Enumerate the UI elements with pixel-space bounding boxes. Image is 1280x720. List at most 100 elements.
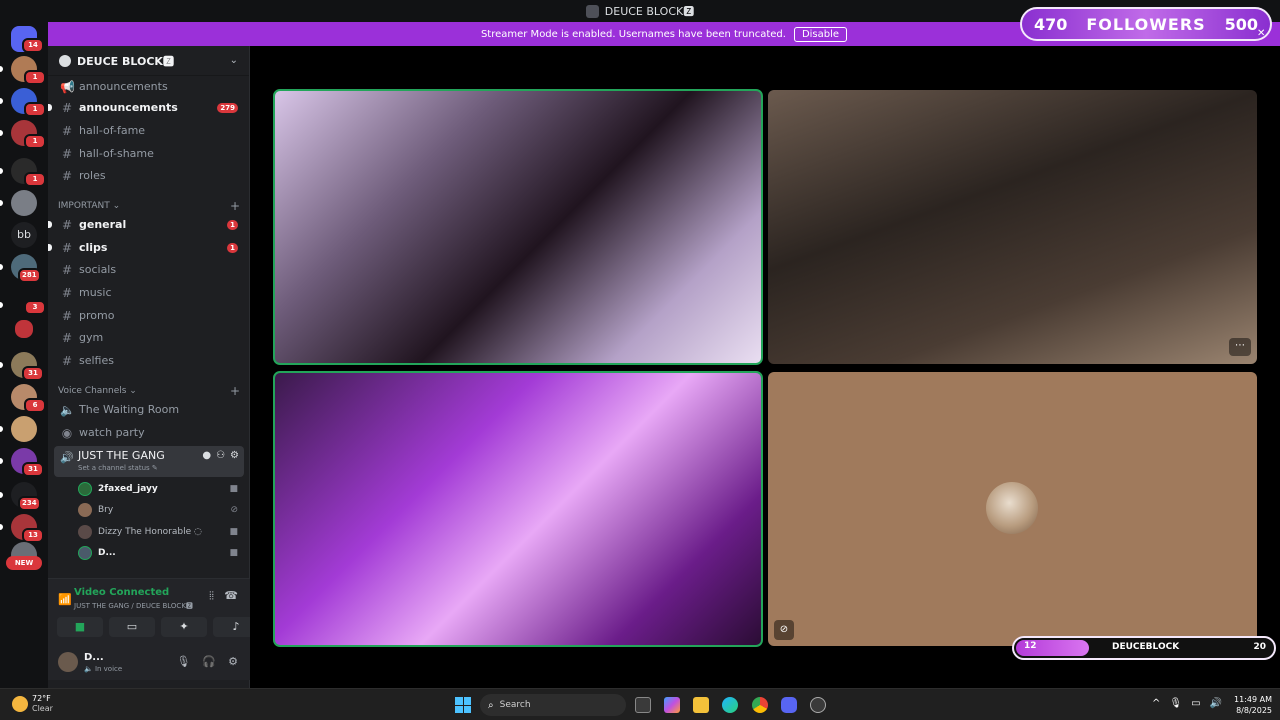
sub-goal-left: 12 xyxy=(1024,641,1037,651)
start-button[interactable] xyxy=(455,697,471,713)
channel-item[interactable]: # music xyxy=(54,282,244,303)
server-bb[interactable]: bb xyxy=(11,222,37,248)
channel-item[interactable]: # clips 1 xyxy=(48,237,244,258)
copilot-icon[interactable] xyxy=(664,697,680,713)
user-panel: D... 🔈 In voice 🎙 🎧 ⚙ xyxy=(48,646,250,680)
unread-pill xyxy=(0,426,3,432)
new-badge: NEW xyxy=(6,556,42,570)
rail-badge: 31 xyxy=(22,366,44,381)
channel-item[interactable]: # announcements 279 xyxy=(48,97,244,118)
file-explorer-icon[interactable] xyxy=(693,697,709,713)
user-name[interactable]: D... xyxy=(84,652,104,663)
rail-badge: 13 xyxy=(22,528,44,543)
task-view-icon[interactable] xyxy=(635,697,651,713)
volume-icon[interactable]: 🔊 xyxy=(1210,698,1222,709)
guild-icon xyxy=(59,54,71,67)
channel-status[interactable]: Set a channel status ✎ xyxy=(78,464,158,472)
video-tile[interactable] xyxy=(273,89,763,365)
channel-item[interactable]: # hall-of-shame xyxy=(54,143,244,164)
rail-badge: 14 xyxy=(22,38,44,53)
discord-icon[interactable] xyxy=(781,697,797,713)
gear-icon[interactable]: ⚙ xyxy=(228,655,238,668)
active-voice-channel[interactable]: 🔊 JUST THE GANG Set a channel status ✎ ●… xyxy=(54,446,244,477)
microphone-icon[interactable]: 🎙 xyxy=(176,655,190,668)
voice-member[interactable]: Dizzy The Honorable ◌ ■ xyxy=(78,522,242,542)
video-tile[interactable]: ⋯ xyxy=(768,90,1257,364)
clock-time: 11:49 AM xyxy=(1234,695,1272,704)
channel-name: gym xyxy=(79,331,104,344)
screen-share-button[interactable]: ▭ xyxy=(109,617,155,637)
channel-item[interactable]: # selfies xyxy=(54,350,244,371)
channel-item[interactable]: # socials xyxy=(54,259,244,280)
windows-logo-icon xyxy=(455,697,463,705)
gear-icon[interactable]: ⚙ xyxy=(230,450,239,461)
avatar[interactable] xyxy=(58,652,78,672)
close-icon[interactable]: ✕ xyxy=(1257,28,1265,39)
video-tile[interactable] xyxy=(273,371,763,647)
voice-channel-item[interactable]: 🔈 The Waiting Room xyxy=(54,399,244,420)
headphones-icon[interactable]: 🎧 xyxy=(202,655,216,668)
signal-icon[interactable]: 📶 xyxy=(58,593,72,606)
hash-icon: # xyxy=(61,217,73,232)
muted-mic-icon: ⊘ xyxy=(230,505,238,515)
guild-header[interactable]: DEUCE BLOCK🆉 ⌄ xyxy=(48,46,249,76)
rail-badge: 1 xyxy=(24,102,46,117)
category-voice[interactable]: Voice Channels ⌄ + xyxy=(58,384,244,398)
weather-widget[interactable]: 72°F Clear xyxy=(12,694,53,714)
channel-item[interactable]: # gym xyxy=(54,327,244,348)
unread-pill xyxy=(0,168,3,174)
disconnect-icon[interactable]: ☎ xyxy=(224,589,238,602)
weather-condition: Clear xyxy=(32,704,53,713)
camera-button[interactable]: ■ xyxy=(57,617,103,637)
folder-icon[interactable] xyxy=(15,320,33,338)
category-important[interactable]: IMPORTANT ⌄ + xyxy=(58,199,244,213)
channel-name: The Waiting Room xyxy=(79,403,180,416)
video-tile[interactable]: ⊘ xyxy=(768,372,1257,646)
hash-icon: # xyxy=(61,123,73,138)
taskbar-search[interactable]: ⌕ Search xyxy=(480,694,626,716)
voice-member[interactable]: D... ■ xyxy=(78,543,242,563)
microphone-icon[interactable]: 🎙 xyxy=(1169,698,1182,709)
add-channel-icon[interactable]: + xyxy=(230,384,240,398)
add-channel-icon[interactable]: + xyxy=(230,199,240,213)
activity-button[interactable]: ✦ xyxy=(161,617,207,637)
unread-pill xyxy=(0,302,3,308)
category-label: IMPORTANT ⌄ xyxy=(58,201,121,211)
channel-name: selfies xyxy=(79,354,114,367)
voice-channel-item[interactable]: ◉ watch party xyxy=(54,422,244,443)
mention-badge: 279 xyxy=(217,102,238,113)
active-voice-name: JUST THE GANG xyxy=(78,449,165,462)
chrome-icon[interactable] xyxy=(752,697,768,713)
network-icon[interactable]: ▭ xyxy=(1191,698,1200,709)
followers-goal-overlay: 470 FOLLOWERS 500 xyxy=(1020,7,1272,41)
user-status: 🔈 In voice xyxy=(84,665,123,673)
avatar xyxy=(78,482,92,496)
server-avatar[interactable] xyxy=(11,416,37,442)
discord-app: DEUCE BLOCK🆉 Streamer Mode is enabled. U… xyxy=(0,0,1280,720)
taskbar-clock[interactable]: 11:49 AM 8/8/2025 xyxy=(1226,694,1272,716)
channel-item[interactable]: # general 1 xyxy=(48,214,244,235)
channel-sidebar: DEUCE BLOCK🆉 ⌄ 📢 announcements # announc… xyxy=(48,46,259,688)
chat-bubble-icon[interactable]: ● xyxy=(202,450,211,461)
channel-item[interactable]: 📢 announcements xyxy=(54,76,244,97)
voice-connected-title[interactable]: Video Connected xyxy=(74,587,169,598)
obs-icon[interactable] xyxy=(810,697,826,713)
noise-suppression-icon[interactable]: ⦙⦙ xyxy=(209,589,214,603)
watch-party-icon: ◉ xyxy=(61,425,73,440)
disable-button[interactable]: Disable xyxy=(793,26,848,42)
server-avatar[interactable] xyxy=(11,190,37,216)
invite-icon[interactable]: ⚇ xyxy=(216,450,225,461)
camera-icon: ■ xyxy=(229,484,238,494)
followers-label: FOLLOWERS xyxy=(1086,14,1206,34)
channel-item[interactable]: # promo xyxy=(54,305,244,326)
voice-connected-subtitle[interactable]: JUST THE GANG / DEUCE BLOCK🆉 xyxy=(74,601,193,611)
edge-icon[interactable] xyxy=(722,697,738,713)
muted-mic-icon: ⊘ xyxy=(774,620,794,640)
voice-member[interactable]: Bry ⊘ xyxy=(78,500,242,520)
voice-member[interactable]: 2faxed_jayy ■ xyxy=(78,479,242,499)
chevron-up-icon[interactable]: ^ xyxy=(1152,698,1160,709)
more-options-icon[interactable]: ⋯ xyxy=(1229,338,1251,356)
channel-item[interactable]: # hall-of-fame xyxy=(54,120,244,141)
channel-name: announcements xyxy=(79,80,168,93)
channel-item[interactable]: # roles xyxy=(54,165,244,186)
